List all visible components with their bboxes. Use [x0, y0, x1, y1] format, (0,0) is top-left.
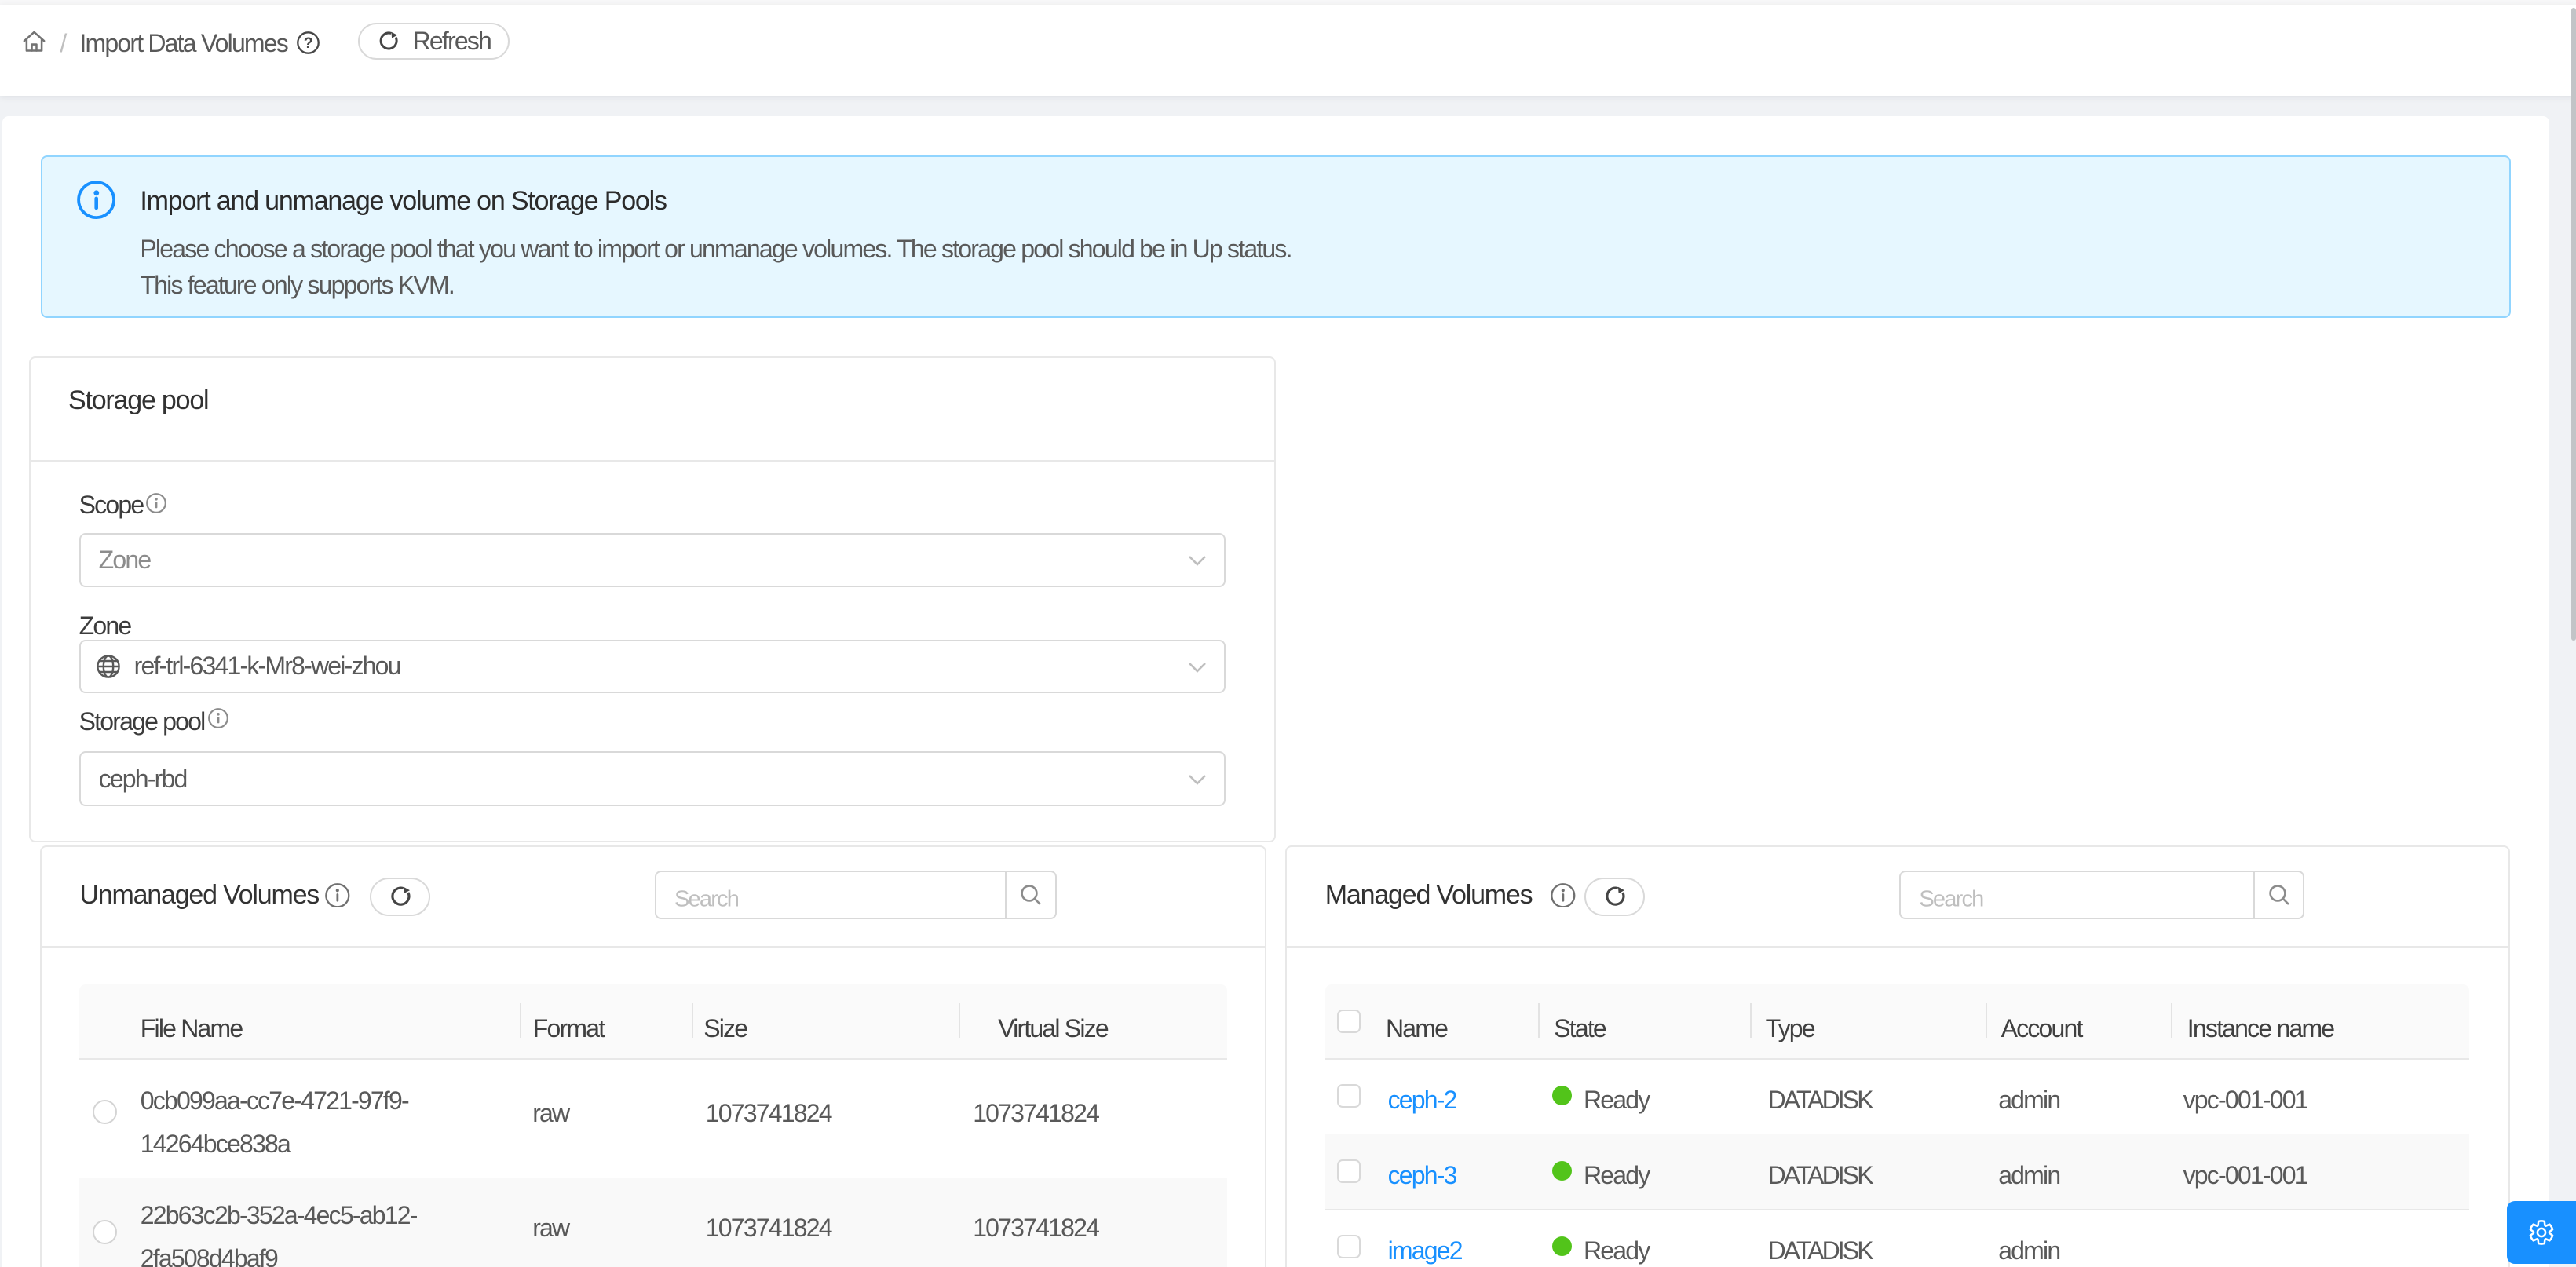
svg-text:?: ?	[304, 35, 313, 52]
